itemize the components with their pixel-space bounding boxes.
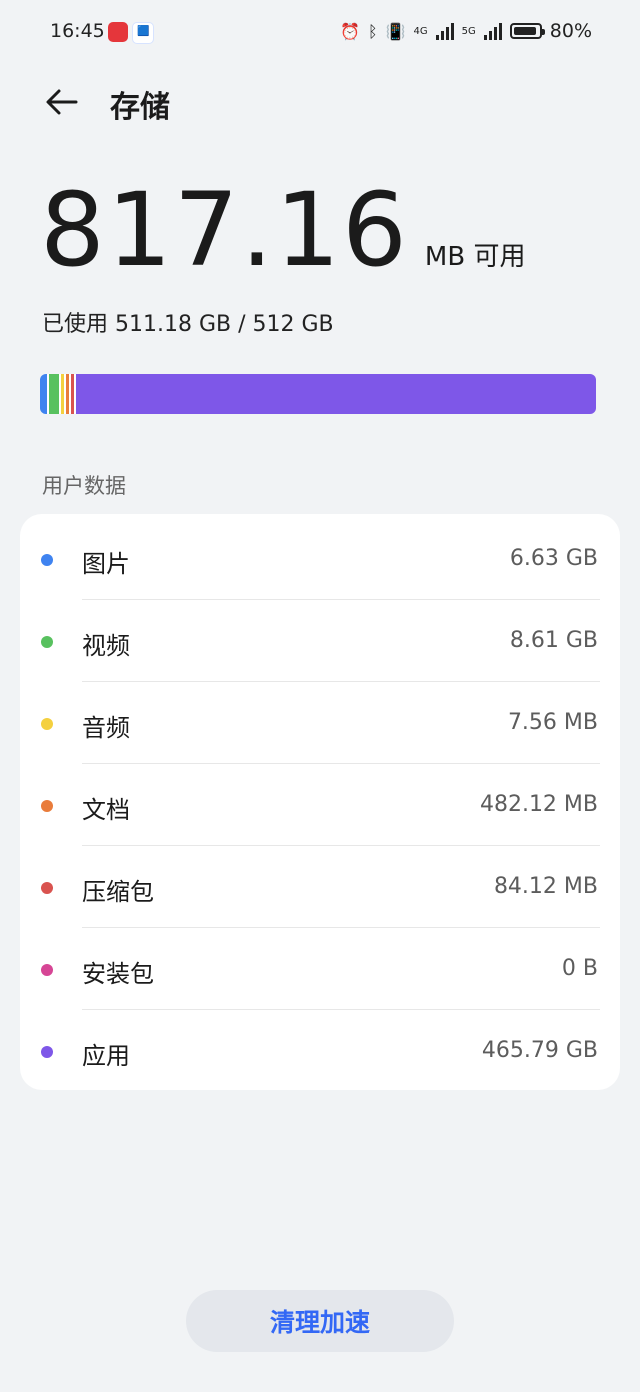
usage-segment [49,374,59,414]
category-row[interactable]: 视频 8.61 GB [20,600,620,682]
category-size: 7.56 MB [507,710,598,735]
status-bar: 16:45 ⏰ ᛒ 📳 4G 5G 80% [0,0,640,66]
category-size: 84.12 MB [493,874,598,899]
category-label: 压缩包 [82,878,154,906]
category-dot-icon [41,800,53,812]
page-title: 存储 [110,90,170,125]
category-row[interactable]: 图片 6.63 GB [20,518,620,600]
storage-available: 817.16 MB 可用 [40,180,525,282]
section-label: 用户数据 [42,474,126,498]
notification-app-icon-2 [132,22,154,44]
usage-segment [40,374,48,414]
category-dot-icon [41,718,53,730]
user-data-card: 图片 6.63 GB 视频 8.61 GB 音频 7.56 MB 文档 482.12 MB 压缩… [20,514,620,1090]
category-label: 文档 [82,796,130,824]
used-storage-text: 已使用 511.18 GB / 512 GB [42,312,334,337]
category-dot-icon [41,1046,53,1058]
category-row[interactable]: 安装包 0 B [20,928,620,1010]
category-label: 应用 [82,1042,130,1070]
category-label: 图片 [82,550,130,578]
header: 存储 [0,74,640,130]
battery-percent: 80% [549,20,592,42]
back-button[interactable] [40,80,84,124]
status-icons: ⏰ ᛒ 📳 4G 5G 80% [340,20,592,42]
category-dot-icon [41,636,53,648]
category-dot-icon [41,964,53,976]
storage-usage-bar [40,374,596,414]
available-value: 817.16 [40,171,409,290]
alarm-icon: ⏰ [340,21,360,41]
network-5g-label: 5G [461,25,476,37]
category-row[interactable]: 压缩包 84.12 MB [20,846,620,928]
network-4g-label: 4G [413,25,428,37]
status-time: 16:45 [50,20,105,42]
category-row[interactable]: 文档 482.12 MB [20,764,620,846]
back-arrow-icon [46,89,78,115]
category-row[interactable]: 应用 465.79 GB [20,1010,620,1092]
category-label: 音频 [82,714,130,742]
category-size: 482.12 MB [479,792,598,817]
category-dot-icon [41,554,53,566]
clean-accelerate-button[interactable]: 清理加速 [186,1290,454,1352]
bluetooth-icon: ᛒ [367,21,378,41]
available-unit: MB 可用 [424,242,526,272]
battery-icon [509,23,545,39]
usage-segment [76,374,596,414]
category-dot-icon [41,882,53,894]
category-size: 6.63 GB [509,546,598,571]
vibrate-icon: 📳 [385,21,406,41]
signal-icon-2 [483,22,502,40]
category-label: 视频 [82,632,130,660]
category-label: 安装包 [82,960,154,988]
category-size: 0 B [561,956,598,981]
notification-app-icon [108,22,128,42]
category-row[interactable]: 音频 7.56 MB [20,682,620,764]
category-size: 465.79 GB [481,1038,598,1063]
signal-icon [435,22,454,40]
category-size: 8.61 GB [509,628,598,653]
